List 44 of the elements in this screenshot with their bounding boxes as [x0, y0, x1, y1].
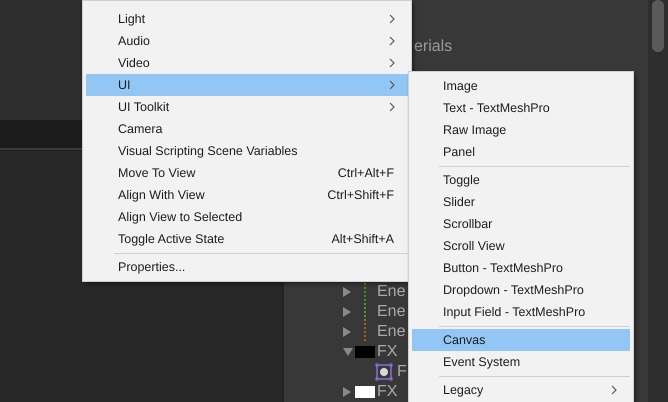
folder-label: erials [414, 38, 452, 57]
hierarchy-item[interactable]: FX [377, 383, 398, 401]
menu-item[interactable]: Video [86, 52, 408, 74]
menu-item[interactable]: Audio [86, 30, 408, 52]
menu-item[interactable]: Properties... [86, 256, 408, 278]
menu-item[interactable]: Input Field - TextMeshPro [412, 301, 630, 323]
menu-item[interactable]: Visual Scripting Scene Variables [86, 140, 408, 162]
menu-item[interactable]: Event System [412, 351, 630, 373]
chevron-icon [389, 80, 396, 90]
shortcut-label: Ctrl+Alt+F [338, 166, 394, 180]
hierarchy-item[interactable]: Ene [377, 303, 406, 321]
menu-item[interactable]: Dropdown - TextMeshPro [412, 279, 630, 301]
scrollbar-thumb[interactable] [652, 0, 664, 52]
chevron-icon [389, 102, 396, 112]
chevron-icon [611, 385, 618, 395]
menu-item[interactable]: Light [86, 8, 408, 30]
menu-item[interactable]: Align With View Ctrl+Shift+F [86, 184, 408, 206]
chevron-icon [389, 14, 396, 24]
hierarchy-item[interactable]: Ene [377, 323, 406, 341]
chevron-icon [389, 36, 396, 46]
menu-item[interactable]: Align View to Selected [86, 206, 408, 228]
shortcut-label: Ctrl+Shift+F [327, 188, 394, 202]
shortcut-label: Alt+Shift+A [331, 232, 394, 246]
menu-item[interactable]: Panel [412, 141, 630, 163]
menu-item[interactable]: Image [412, 75, 630, 97]
menu-item[interactable]: Text - TextMeshPro [412, 97, 630, 119]
menu-item[interactable]: Move To View Ctrl+Alt+F [86, 162, 408, 184]
chevron-icon [389, 58, 396, 68]
menu-item[interactable]: UI [86, 74, 408, 96]
hierarchy-item[interactable]: F [397, 363, 407, 381]
menu-item[interactable]: Camera [86, 118, 408, 140]
menu-item[interactable]: Scrollbar [412, 213, 630, 235]
menu-item[interactable]: Raw Image [412, 119, 630, 141]
menu-item[interactable]: Button - TextMeshPro [412, 257, 630, 279]
particle-icon [375, 363, 393, 381]
menu-item[interactable]: Toggle [412, 169, 630, 191]
menu-item[interactable]: Scroll View [412, 235, 630, 257]
menu-item[interactable]: Slider [412, 191, 630, 213]
menu-item[interactable]: UI Toolkit [86, 96, 408, 118]
menu-item[interactable]: Legacy [412, 379, 630, 401]
menu-item[interactable]: Canvas [412, 329, 630, 351]
hierarchy-item[interactable]: Ene [377, 283, 406, 301]
menu-item[interactable]: Toggle Active State Alt+Shift+A [86, 228, 408, 250]
hierarchy-item[interactable]: FX [377, 343, 398, 361]
